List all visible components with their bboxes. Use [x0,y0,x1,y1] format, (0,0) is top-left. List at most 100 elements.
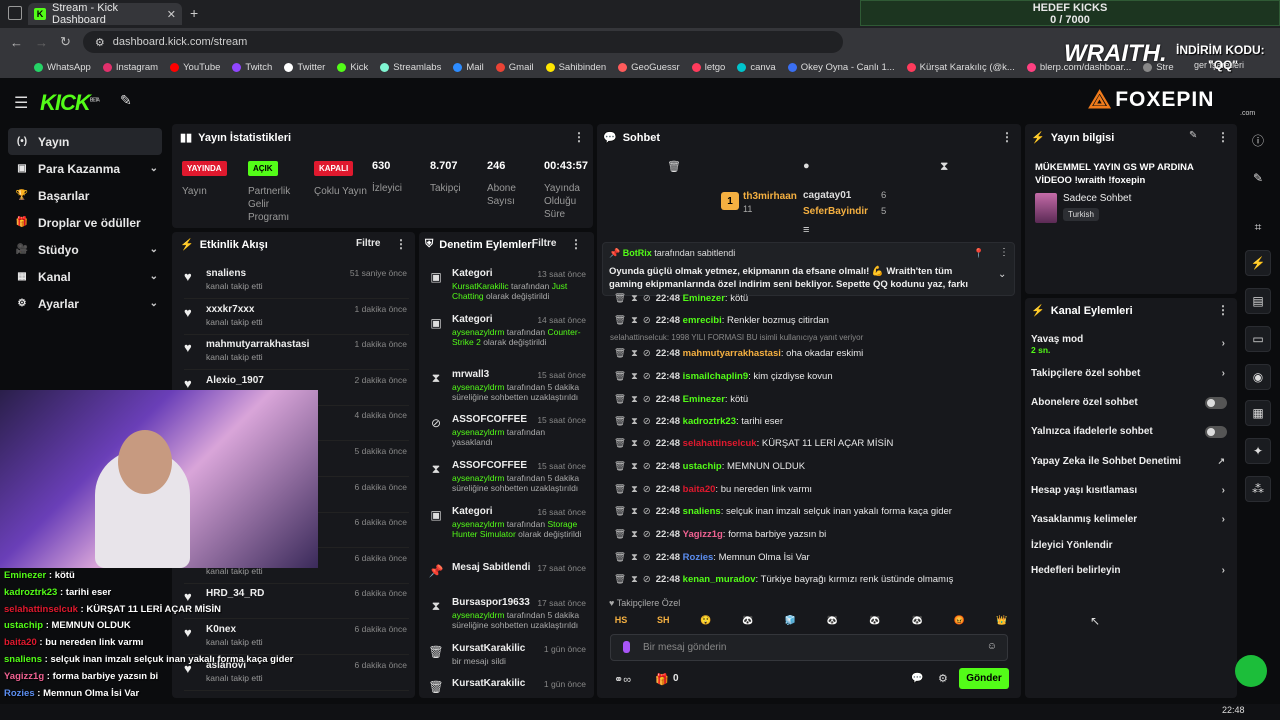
sidebar-item[interactable]: 🎥 Stüdyo ⌄ [8,236,162,263]
mic-icon[interactable] [623,641,630,653]
send-button[interactable]: Gönder [959,668,1009,689]
forward-icon[interactable]: → [35,35,48,50]
channel-action-row[interactable]: Hesap yaşı kısıtlaması › [1031,485,1231,499]
delete-message-icon[interactable]: 🗑 [614,394,626,405]
reload-icon[interactable]: ↻ [60,34,71,50]
kick-logo[interactable]: KICKBETA [40,90,100,116]
chat-username[interactable]: baita20 [683,484,716,495]
channel-action-row[interactable]: Yalnızca ifadelerle sohbet [1031,426,1231,440]
ban-icon[interactable]: ⊘ [643,315,651,326]
stats-menu-icon[interactable]: ⋮ [573,130,585,144]
ban-icon[interactable]: ⊘ [643,394,651,405]
chat-settings-bubble-icon[interactable]: 💬 [911,673,923,684]
emote-button[interactable]: 🐼 [740,612,756,628]
timeout-icon[interactable]: ⧗ [631,315,638,326]
chat-username[interactable]: snaliens [683,506,721,517]
edit-icon[interactable]: ✎ [1189,130,1197,141]
activity-menu-icon[interactable]: ⋮ [395,237,407,251]
moderation-by[interactable]: aysenazyldrm [452,610,504,620]
activity-name[interactable]: xxxkr7xxx [206,304,254,315]
emote-button[interactable]: 🐼 [867,612,883,628]
timeout-icon[interactable]: ⧗ [631,371,638,382]
chevron-right-icon[interactable]: › [1222,514,1225,525]
delete-message-icon[interactable]: 🗑 [614,371,626,382]
bookmark-item[interactable]: Gmail [495,62,534,73]
moderation-target[interactable]: Kategori [452,268,493,279]
status-circle-icon[interactable] [1235,655,1267,687]
new-tab-icon[interactable]: + [190,5,198,21]
external-link-icon[interactable]: ↗ [1217,456,1225,467]
ban-icon[interactable]: ⊘ [643,461,651,472]
bookmark-item[interactable]: Mail [453,62,484,73]
ban-icon[interactable]: ⊘ [643,293,651,304]
info-circle-icon[interactable]: ⓘ [1245,127,1271,153]
chevron-right-icon[interactable]: › [1222,368,1225,379]
chat-bubble-icon[interactable]: ● [803,160,810,172]
delete-message-icon[interactable]: 🗑 [614,506,626,517]
link-icon[interactable]: ⚭∞ [614,673,631,686]
chevron-down-icon[interactable]: ⌄ [150,298,158,309]
activity-name[interactable]: Alexio_1907 [206,375,264,386]
ban-icon[interactable]: ⊘ [643,552,651,563]
bookmark-item[interactable]: Instagram [102,62,158,73]
channel-action-row[interactable]: Hedefleri belirleyin › [1031,565,1231,579]
bookmark-item[interactable]: letgo [691,62,725,73]
chevron-right-icon[interactable]: › [1222,565,1225,576]
timeout-icon[interactable]: ⧗ [631,529,638,540]
timeout-icon[interactable]: ⧗ [631,438,638,449]
delete-message-icon[interactable]: 🗑 [614,348,626,359]
ban-icon[interactable]: ⊘ [643,438,651,449]
tab-search-icon[interactable] [8,6,22,20]
moderation-by[interactable]: aysenazyldrm [452,473,504,483]
activity-filter-button[interactable]: Filtre [356,238,380,249]
timeout-icon[interactable]: ⧗ [631,574,638,585]
delete-message-icon[interactable]: 🗑 [614,552,626,563]
sidebar-item[interactable]: ▦ Kanal ⌄ [8,263,162,290]
chevron-down-icon[interactable]: ⌄ [150,244,158,255]
site-info-icon[interactable]: ⚙ [95,36,105,49]
pinned-by[interactable]: BotRix [623,248,652,258]
timeout-icon[interactable]: ⧗ [631,348,638,359]
chevron-right-icon[interactable]: › [1222,338,1225,349]
channel-actions-menu-icon[interactable]: ⋮ [1217,303,1229,317]
chat-username[interactable]: selahattinselcuk [683,438,757,449]
pinned-expand-icon[interactable]: ⌄ [998,269,1006,280]
chat-gear-icon[interactable]: ⚙ [938,672,948,685]
activity-name[interactable]: mahmutyarrakhastasi [206,339,309,350]
expand-leaders-icon[interactable]: ≡ [803,224,809,236]
chevron-down-icon[interactable]: ⌄ [150,271,158,282]
moderation-filter-button[interactable]: Filtre [532,238,556,249]
unpin-icon[interactable]: 📍 [973,248,984,259]
timeout-icon[interactable]: ⧗ [631,416,638,427]
chat-username[interactable]: mahmutyarrakhastasi [683,348,781,359]
moderation-by[interactable]: KursatKarakilic [452,281,509,291]
channel-action-row[interactable]: Yasaklanmış kelimeler › [1031,514,1231,528]
ban-icon[interactable]: ⊘ [643,506,651,517]
pin-icon[interactable]: ✎ [120,92,132,109]
emote-button[interactable]: 🧊 [782,612,798,628]
sidebar-item[interactable]: ⚙ Ayarlar ⌄ [8,290,162,317]
sidebar-item[interactable]: 🏆 Başarılar [8,182,162,209]
lightning-icon[interactable]: ⚡ [1245,250,1271,276]
bookmark-item[interactable]: GeoGuessr [618,62,680,73]
chat-menu-icon[interactable]: ⋮ [1001,130,1013,144]
bookmark-item[interactable]: Streamlabs [380,62,441,73]
moderation-target[interactable]: Kategori [452,506,493,517]
chevron-down-icon[interactable]: ⌄ [150,163,158,174]
toggle-switch[interactable] [1205,397,1227,409]
sidebar-item[interactable]: ▣ Para Kazanma ⌄ [8,155,162,182]
bookmark-item[interactable]: Twitter [284,62,325,73]
delete-message-icon[interactable]: 🗑 [614,461,626,472]
broadcast-icon[interactable]: ◉ [1245,364,1271,390]
ban-icon[interactable]: ⊘ [643,484,651,495]
channel-action-row[interactable]: Yavaş mod 2 sn. › [1031,334,1231,355]
chevron-right-icon[interactable]: › [1222,485,1225,496]
bookmark-item[interactable]: Kick [337,62,368,73]
pinned-menu-icon[interactable]: ⋮ [999,247,1009,258]
channel-action-row[interactable]: İzleyici Yönlendir [1031,540,1231,554]
share-icon[interactable]: ⁂ [1245,476,1271,502]
emote-button[interactable]: 👑 [994,612,1010,628]
bookmark-item[interactable]: WhatsApp [34,62,91,73]
timeout-icon[interactable]: ⧗ [631,552,638,563]
pencil-icon[interactable]: ✎ [1245,165,1271,191]
